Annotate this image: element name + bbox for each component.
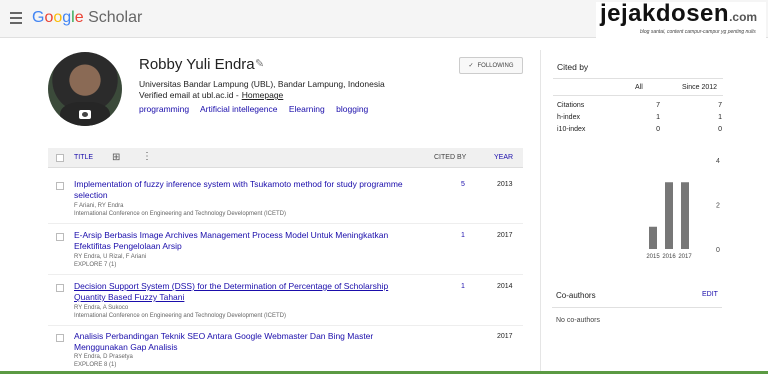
article-venue: EXPLORE 8 (1) bbox=[74, 362, 117, 368]
following-button[interactable]: ✓ FOLLOWING bbox=[459, 57, 523, 74]
interest-link[interactable]: blogging bbox=[336, 104, 368, 114]
row-divider bbox=[48, 223, 523, 224]
article-venue: International Conference on Engineering … bbox=[74, 313, 287, 319]
sidebar-divider bbox=[553, 78, 723, 79]
article-authors: F Ariani, RY Endra bbox=[74, 203, 124, 209]
articles-table-header: TITLE ⊞ ⋮ CITED BY YEAR bbox=[48, 148, 523, 168]
article-year: 2017 bbox=[497, 333, 513, 340]
metric-all: 0 bbox=[656, 126, 660, 133]
citation-bar[interactable] bbox=[665, 182, 673, 249]
citation-bar[interactable] bbox=[649, 226, 657, 249]
coauthors-empty: No co-authors bbox=[556, 317, 600, 324]
metric-since: 0 bbox=[718, 126, 722, 133]
y-tick-label: 4 bbox=[716, 158, 720, 165]
article-authors: RY Endra, U Rizal, F Ariani bbox=[74, 254, 147, 260]
google-scholar-logo[interactable]: Google Scholar bbox=[32, 9, 142, 27]
table-row: Analisis Perbandingan Teknik SEO Antara … bbox=[48, 331, 523, 373]
cited-by-title: Cited by bbox=[557, 62, 589, 72]
sort-by-year[interactable]: YEAR bbox=[494, 154, 513, 161]
y-tick-label: 0 bbox=[716, 247, 720, 254]
check-icon: ✓ bbox=[468, 63, 474, 69]
logo-letter: o bbox=[53, 9, 63, 26]
logo-letter: G bbox=[32, 9, 45, 26]
site-watermark: jejakdosen.com blog santai, content camp… bbox=[596, 2, 766, 38]
metric-since: 1 bbox=[718, 114, 722, 121]
edit-pencil-icon[interactable]: ✎ bbox=[255, 57, 264, 70]
article-title[interactable]: Decision Support System (DSS) for the De… bbox=[74, 281, 404, 303]
sort-by-title[interactable]: TITLE bbox=[74, 154, 93, 161]
metric-since: 7 bbox=[718, 102, 722, 109]
metric-label: h-index bbox=[557, 114, 580, 121]
citation-bar[interactable] bbox=[681, 182, 689, 249]
row-checkbox[interactable] bbox=[56, 182, 64, 190]
row-divider bbox=[48, 325, 523, 326]
x-tick-label: 2017 bbox=[678, 254, 692, 260]
x-tick-label: 2016 bbox=[662, 254, 676, 260]
article-title[interactable]: E-Arsip Berbasis Image Archives Manageme… bbox=[74, 230, 404, 252]
table-row: E-Arsip Berbasis Image Archives Manageme… bbox=[48, 230, 523, 275]
article-authors: RY Endra, D Prasetya bbox=[74, 354, 133, 360]
col-all: All bbox=[635, 84, 643, 91]
table-row: Decision Support System (DSS) for the De… bbox=[48, 281, 523, 326]
row-checkbox[interactable] bbox=[56, 284, 64, 292]
article-cited-count[interactable]: 1 bbox=[461, 232, 465, 239]
table-row: Implementation of fuzzy inference system… bbox=[48, 179, 523, 224]
metric-label: i10-index bbox=[557, 126, 586, 133]
y-tick-label: 2 bbox=[716, 203, 720, 210]
watermark-suffix: .com bbox=[729, 10, 758, 24]
sort-by-cited[interactable]: CITED BY bbox=[434, 154, 466, 161]
select-all-checkbox[interactable] bbox=[56, 154, 64, 162]
logo-letter: e bbox=[74, 9, 84, 26]
camera-icon[interactable] bbox=[79, 110, 91, 119]
homepage-link[interactable]: Homepage bbox=[242, 90, 284, 100]
article-title[interactable]: Implementation of fuzzy inference system… bbox=[74, 179, 404, 201]
watermark-main: jejakdosen bbox=[600, 0, 730, 27]
profile-affiliation: Universitas Bandar Lampung (UBL), Bandar… bbox=[139, 79, 385, 89]
row-checkbox[interactable] bbox=[56, 334, 64, 342]
article-year: 2013 bbox=[497, 181, 513, 188]
profile-email: Verified email at ubl.ac.id - Homepage bbox=[139, 90, 283, 100]
watermark-tagline: blog santai, content campur-campur yg pe… bbox=[640, 29, 756, 35]
sidebar-divider bbox=[553, 95, 723, 96]
metric-label: Citations bbox=[557, 102, 585, 109]
following-label: FOLLOWING bbox=[477, 62, 514, 69]
col-since: Since 2012 bbox=[682, 84, 718, 91]
article-year: 2014 bbox=[497, 283, 513, 290]
profile-name: Robby Yuli Endra bbox=[139, 56, 255, 73]
avatar[interactable] bbox=[48, 52, 122, 126]
more-vert-icon[interactable]: ⋮ bbox=[142, 151, 152, 162]
coauthors-title: Co-authors bbox=[556, 291, 596, 300]
row-checkbox[interactable] bbox=[56, 233, 64, 241]
interest-link[interactable]: Elearning bbox=[289, 104, 325, 114]
interests: programming Artificial intellegence Elea… bbox=[139, 104, 377, 114]
metric-all: 7 bbox=[656, 102, 660, 109]
logo-scholar-text: Scholar bbox=[83, 9, 143, 26]
watermark-title: jejakdosen.com bbox=[596, 2, 766, 29]
x-tick-label: 2015 bbox=[646, 254, 660, 260]
coauthors-divider bbox=[552, 307, 722, 308]
article-year: 2017 bbox=[497, 232, 513, 239]
article-venue: EXPLORE 7 (1) bbox=[74, 262, 117, 268]
menu-icon[interactable] bbox=[10, 12, 22, 24]
coauthors-edit-button[interactable]: EDIT bbox=[702, 291, 718, 298]
article-venue: International Conference on Engineering … bbox=[74, 211, 287, 217]
email-text: Verified email at ubl.ac.id - bbox=[139, 90, 239, 100]
interest-link[interactable]: Artificial intellegence bbox=[200, 104, 277, 114]
article-authors: RY Endra, A Sukoco bbox=[74, 305, 129, 311]
article-cited-count[interactable]: 1 bbox=[461, 283, 465, 290]
add-article-icon[interactable]: ⊞ bbox=[112, 152, 120, 163]
citations-bar-chart: 0 2 4 2015 2016 2017 bbox=[646, 158, 720, 260]
row-divider bbox=[48, 274, 523, 275]
logo-letter: g bbox=[62, 9, 72, 26]
metric-all: 1 bbox=[656, 114, 660, 121]
interest-link[interactable]: programming bbox=[139, 104, 189, 114]
article-title[interactable]: Analisis Perbandingan Teknik SEO Antara … bbox=[74, 331, 404, 353]
article-cited-count[interactable]: 5 bbox=[461, 181, 465, 188]
